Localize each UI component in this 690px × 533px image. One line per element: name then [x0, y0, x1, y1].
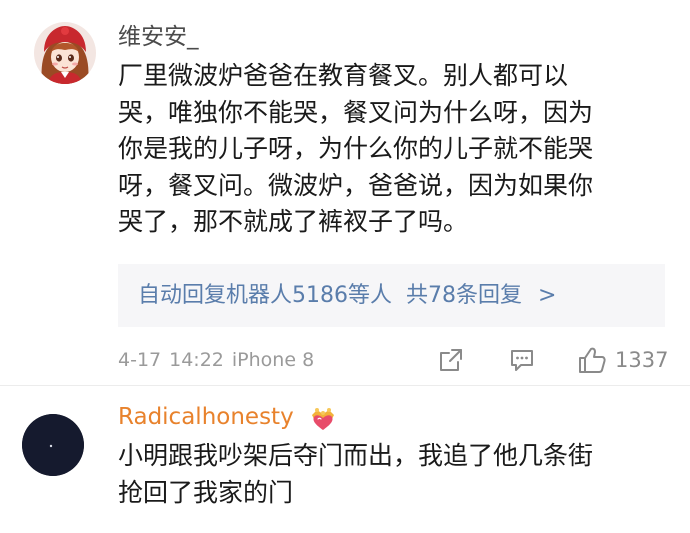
thumbs-up-icon — [579, 347, 606, 373]
like-button[interactable]: 1337 — [577, 343, 668, 377]
share-icon — [440, 349, 462, 371]
post-date: 4-17 — [118, 349, 162, 371]
share-button[interactable] — [438, 343, 464, 377]
post-device: iPhone 8 — [231, 349, 315, 371]
comment-line: 小明跟我吵架后夺门而出，我追了他几条街 — [118, 441, 594, 470]
avatar[interactable] — [22, 414, 84, 476]
comment-item: Radicalhonesty 小明跟我吵架后夺门而出，我追了他几条街 抢回了我家… — [0, 388, 690, 533]
repliers-label: 自动回复机器人5186等人 — [138, 283, 392, 308]
comment-line: 哭了，那不就成了裤衩子了吗。 — [118, 207, 469, 236]
replies-preview-button[interactable]: 自动回复机器人5186等人 共78条回复 > — [118, 264, 665, 327]
comment-line: 哭，唯独你不能哭，餐叉问为什么呀，因为 — [118, 97, 594, 127]
comment-icon — [511, 350, 533, 371]
username[interactable]: 维安安_ — [118, 22, 199, 52]
replies-link[interactable]: 自动回复机器人5186等人 共78条回复 > — [138, 264, 556, 327]
comment-line: 抢回了我家的门 — [118, 477, 294, 507]
avatar[interactable] — [34, 22, 96, 84]
username[interactable]: Radicalhonesty — [118, 402, 294, 432]
like-count: 1337 — [615, 348, 669, 372]
anime-girl-avatar-icon — [34, 22, 96, 84]
comment-item: 维安安_ 厂里微波炉爸爸在教育餐叉。别人都可以 哭，唯独你不能哭，餐叉问为什么呀… — [0, 0, 690, 388]
post-time: 14:22 — [169, 349, 224, 371]
comment-line: 呀，餐叉问。微波炉，爸爸说，因为如果你 — [118, 170, 594, 200]
crown-heart-badge-icon — [308, 405, 338, 431]
reply-count-label: 共78条回复 — [406, 283, 522, 308]
comment-line: 厂里微波炉爸爸在教育餐叉。别人都可以 — [118, 61, 569, 90]
divider — [0, 385, 690, 386]
comment-text: 小明跟我吵架后夺门而出，我追了他几条街 抢回了我家的门 — [118, 438, 658, 511]
comment-button[interactable] — [509, 343, 535, 377]
chevron-right-icon: > — [538, 283, 557, 308]
comment-meta: 4-17 14:22 iPhone 8 — [118, 345, 322, 375]
comment-text: 厂里微波炉爸爸在教育餐叉。别人都可以 哭，唯独你不能哭，餐叉问为什么呀，因为 你… — [118, 58, 658, 241]
comment-line: 你是我的儿子呀，为什么你的儿子就不能哭 — [118, 134, 594, 163]
dark-avatar-icon — [22, 414, 84, 476]
